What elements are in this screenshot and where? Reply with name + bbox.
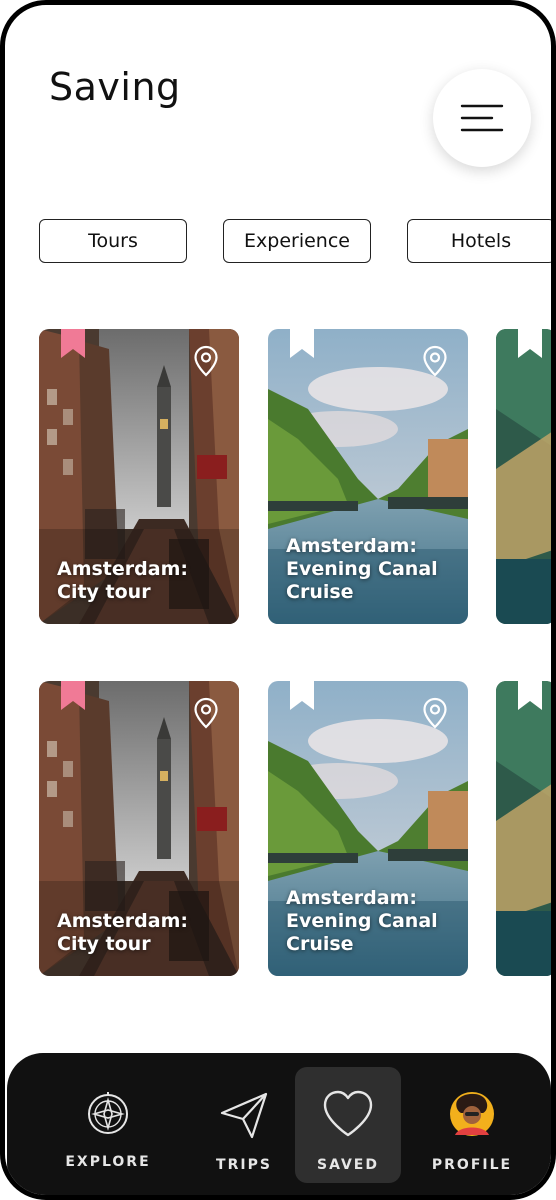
- card-title-line: Evening Canal: [286, 910, 438, 932]
- card-title-line: City tour: [57, 581, 151, 603]
- palm-image: [496, 329, 551, 624]
- card-title-line: Cruise: [286, 933, 354, 955]
- card-canal-cruise[interactable]: Amsterdam: Evening Canal Cruise: [268, 329, 468, 624]
- bookmark-icon[interactable]: [61, 681, 85, 710]
- nav-trips[interactable]: TRIPS: [189, 1053, 299, 1195]
- card-title-line: Cruise: [286, 581, 354, 603]
- filter-tours[interactable]: Tours: [39, 219, 187, 263]
- filter-experience[interactable]: Experience: [223, 219, 371, 263]
- card-title: Amsterdam: Evening Canal Cruise: [286, 535, 458, 604]
- menu-icon: [460, 104, 504, 132]
- nav-profile-label: PROFILE: [431, 1157, 513, 1173]
- paper-plane-icon: [220, 1092, 268, 1139]
- nav-saved[interactable]: SAVED: [293, 1053, 403, 1195]
- card-title-line: Evening Canal: [286, 558, 438, 580]
- nav-explore[interactable]: EXPLORE: [53, 1053, 163, 1195]
- nav-trips-label: TRIPS: [216, 1157, 272, 1173]
- bookmark-icon[interactable]: [61, 329, 85, 358]
- bookmark-icon[interactable]: [290, 329, 314, 358]
- nav-profile[interactable]: PROFILE: [417, 1053, 527, 1195]
- menu-button[interactable]: [433, 69, 531, 167]
- card-city-tour[interactable]: Amsterdam: City tour: [39, 329, 239, 624]
- card-title-line: Amsterdam:: [286, 535, 417, 557]
- location-pin-icon[interactable]: [193, 697, 219, 729]
- card-title-line: Amsterdam:: [57, 558, 188, 580]
- nav-explore-label: EXPLORE: [65, 1154, 151, 1170]
- location-pin-icon[interactable]: [422, 697, 448, 729]
- location-pin-icon[interactable]: [193, 345, 219, 377]
- page-title: Saving: [49, 65, 181, 109]
- bookmark-icon[interactable]: [518, 681, 542, 710]
- card-title-line: City tour: [57, 933, 151, 955]
- filter-hotels[interactable]: Hotels: [407, 219, 551, 263]
- card-title-line: Amsterdam:: [57, 910, 188, 932]
- bookmark-icon[interactable]: [518, 329, 542, 358]
- avatar: [450, 1092, 494, 1136]
- phone-frame: Saving Tours Experience Hotels Amsterdam…: [0, 0, 556, 1200]
- location-pin-icon[interactable]: [422, 345, 448, 377]
- card-title-line: Amsterdam:: [286, 887, 417, 909]
- card-title: Amsterdam: Evening Canal Cruise: [286, 887, 458, 956]
- card-partial[interactable]: [496, 329, 551, 624]
- palm-image: [496, 681, 551, 976]
- heart-icon: [323, 1090, 373, 1137]
- compass-icon: [88, 1092, 128, 1134]
- card-title: Amsterdam: City tour: [57, 910, 229, 956]
- bottom-nav: EXPLORE TRIPS SAVED PROFILE: [7, 1053, 551, 1195]
- card-canal-cruise[interactable]: Amsterdam: Evening Canal Cruise: [268, 681, 468, 976]
- card-title: Amsterdam: City tour: [57, 558, 229, 604]
- card-city-tour[interactable]: Amsterdam: City tour: [39, 681, 239, 976]
- card-partial[interactable]: [496, 681, 551, 976]
- nav-saved-label: SAVED: [317, 1157, 379, 1173]
- bookmark-icon[interactable]: [290, 681, 314, 710]
